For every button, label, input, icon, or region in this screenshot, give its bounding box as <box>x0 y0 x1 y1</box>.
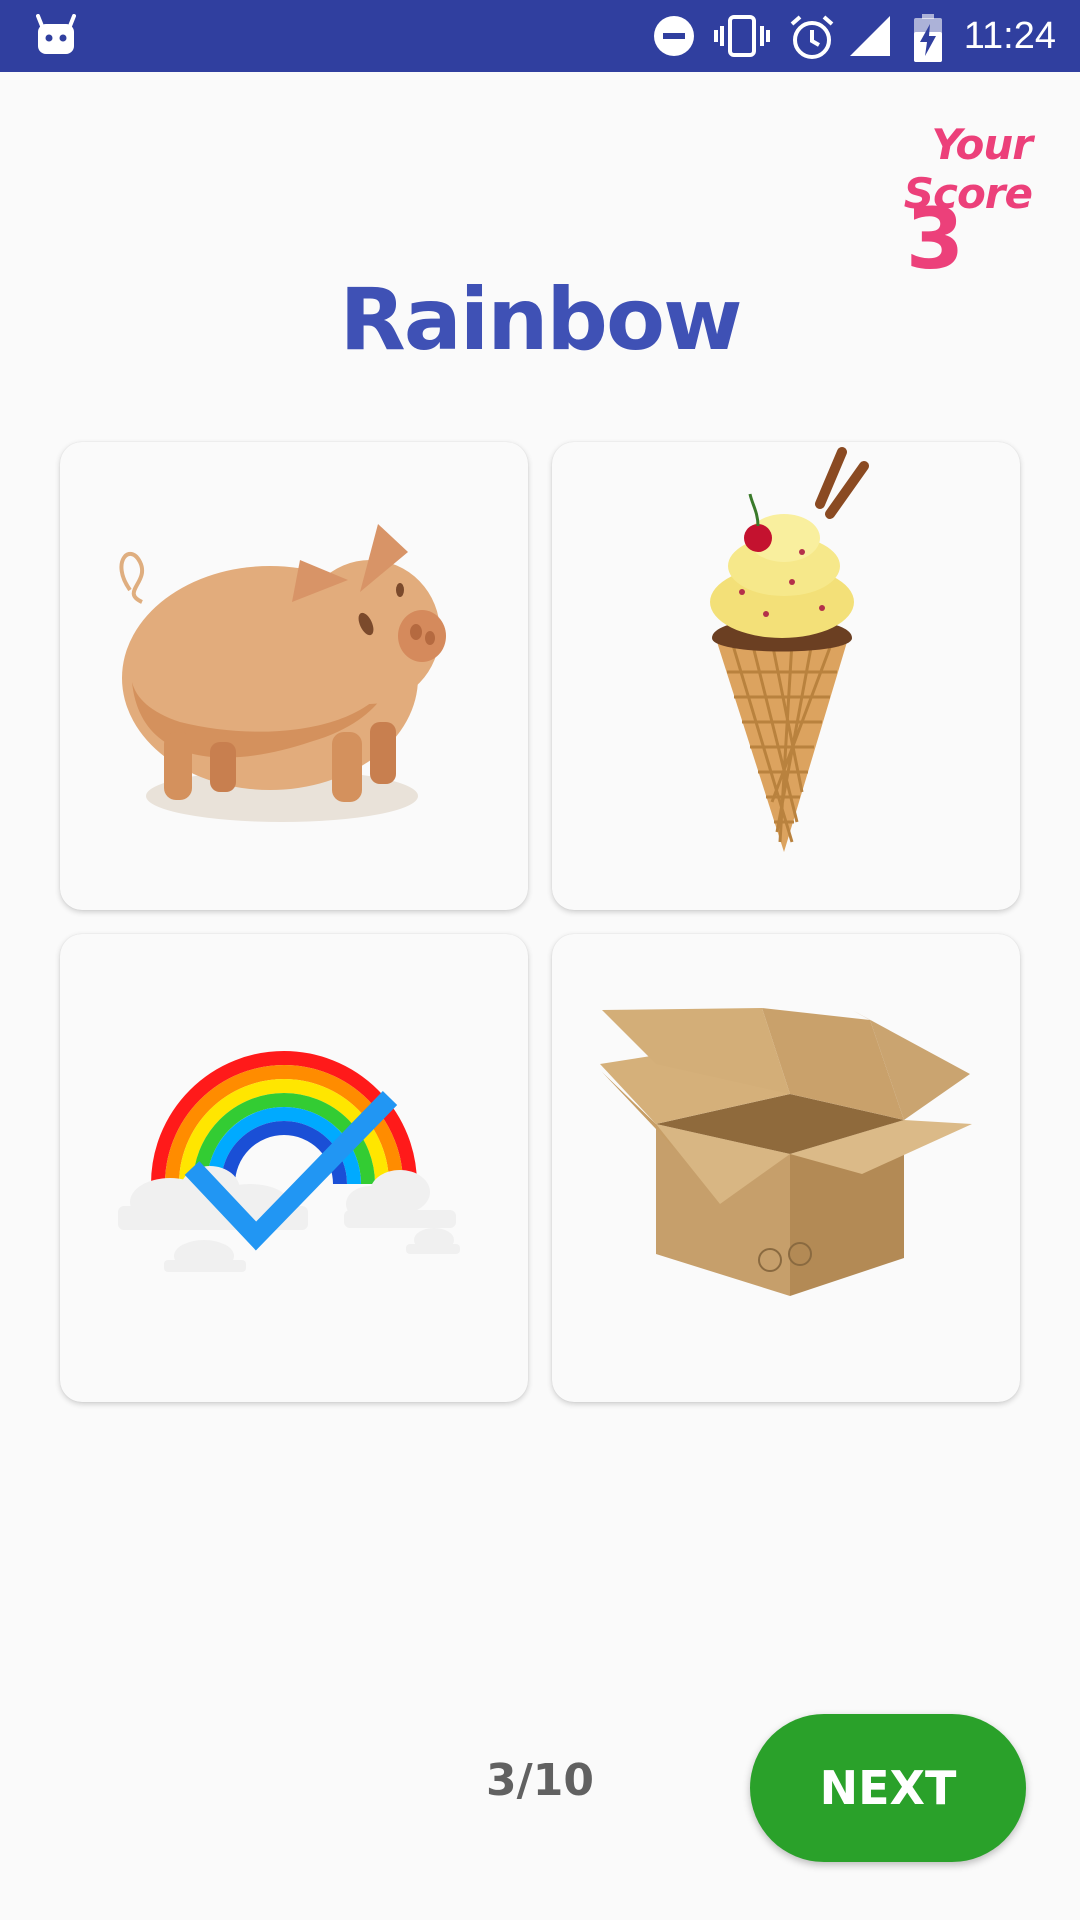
cardboard-box-image <box>600 1008 972 1296</box>
answer-card-pig[interactable] <box>60 442 528 910</box>
pig-image <box>119 524 446 822</box>
question-word: Rainbow <box>339 270 742 370</box>
signal-icon <box>850 16 890 56</box>
status-time: 11:24 <box>963 15 1056 57</box>
answer-card-ice-cream[interactable] <box>552 442 1020 910</box>
answer-card-rainbow[interactable] <box>60 934 528 1402</box>
android-icon <box>36 14 76 54</box>
alarm-icon <box>790 15 834 59</box>
ice-cream-cone-image <box>710 447 869 852</box>
next-button[interactable]: NEXT <box>750 1714 1026 1862</box>
vibrate-icon <box>714 15 770 57</box>
do-not-disturb-icon <box>654 16 694 56</box>
battery-charging-icon <box>914 14 942 62</box>
rainbow-image <box>118 1051 460 1272</box>
answer-card-box[interactable] <box>552 934 1020 1402</box>
question-progress: 3/10 <box>486 1755 594 1806</box>
status-bar: 11:24 <box>0 0 1080 72</box>
